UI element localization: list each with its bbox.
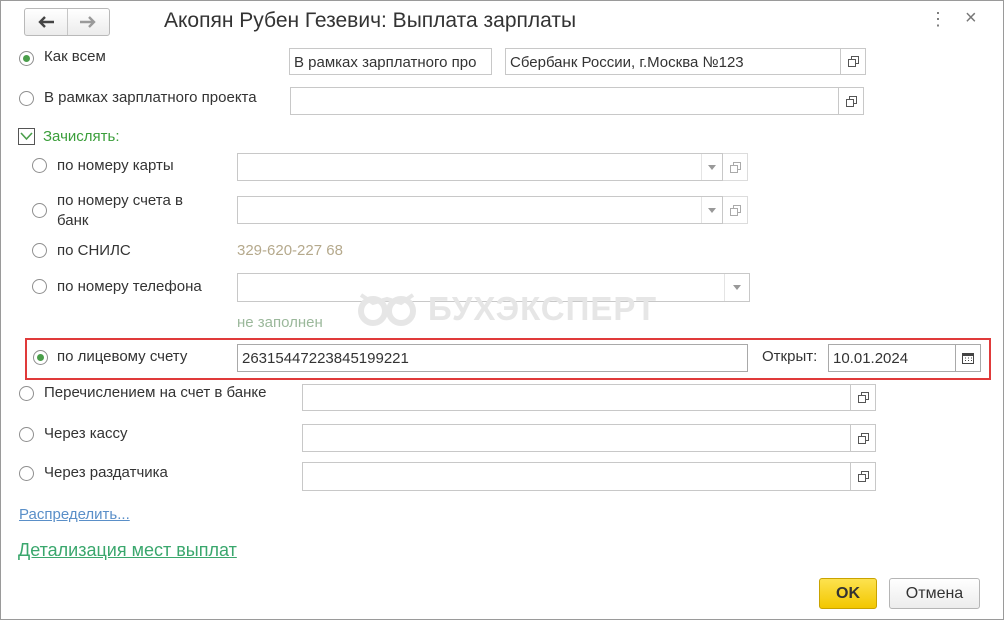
bank-account-dropdown-button[interactable] [701,197,722,223]
bank-account-input[interactable] [237,196,723,224]
open-distributor-button[interactable] [851,462,876,491]
open-cash-desk-button[interactable] [851,424,876,452]
radio-by-phone[interactable] [32,279,47,294]
cancel-button[interactable]: Отмена [889,578,980,609]
by-phone-label: по номеру телефона [57,278,202,295]
forward-button[interactable] [66,9,110,35]
open-salary-project-button[interactable] [839,87,864,115]
dropdown-arrow-icon [708,164,716,170]
open-window-icon [857,392,869,403]
open-card-button[interactable] [723,153,748,181]
watermark: БУХЭКСПЕРТ [356,290,657,328]
open-window-icon [729,204,741,216]
transfer-bank-input[interactable] [302,384,851,411]
transfer-bank-label: Перечислением на счет в банке [44,384,267,401]
open-window-icon [845,95,857,107]
distributor-label: Через раздатчика [44,464,168,481]
chevron-down-icon [20,132,33,141]
open-transfer-bank-button[interactable] [851,384,876,411]
card-number-input[interactable] [237,153,723,181]
credit-group-label: Зачислять: [43,128,120,145]
open-window-icon [857,432,869,444]
open-window-icon [729,161,741,173]
radio-by-snils[interactable] [32,243,47,258]
bank-display[interactable]: Сбербанк России, г.Москва №123 [505,48,841,75]
distributor-input[interactable] [302,462,851,491]
dropdown-arrow-icon [733,285,741,290]
salary-project-display[interactable]: В рамках зарплатного про [289,48,492,75]
arrow-left-icon [38,16,54,28]
radio-by-card[interactable] [32,158,47,173]
phone-empty-hint: не заполнен [237,314,323,331]
open-window-icon [857,471,869,482]
close-icon[interactable]: × [965,7,977,30]
phone-dropdown-button[interactable] [724,274,749,301]
radio-distributor[interactable] [19,466,34,481]
salary-project-input[interactable] [290,87,839,115]
snils-value: 329-620-227 68 [237,242,343,259]
dropdown-arrow-icon [708,207,716,213]
by-snils-label: по СНИЛС [57,242,131,259]
owl-logo-icon [358,293,416,326]
distribute-link[interactable]: Распределить... [19,506,130,523]
by-bank-account-label-line1: по номеру счета в [57,192,183,209]
radio-salary-project[interactable] [19,91,34,106]
as-all-label: Как всем [44,48,106,65]
ok-button[interactable]: OK [819,578,877,609]
payment-details-link[interactable]: Детализация мест выплат [18,540,237,561]
nav-group [24,8,110,36]
dialog-window: Акопян Рубен Гезевич: Выплата зарплаты ⋮… [0,0,1004,620]
salary-project-label: В рамках зарплатного проекта [44,89,257,106]
more-menu-icon[interactable]: ⋮ [929,9,947,30]
open-bank-account-button[interactable] [723,196,748,224]
radio-transfer-bank[interactable] [19,386,34,401]
open-window-icon [847,56,859,67]
credit-collapse-toggle[interactable] [18,128,35,145]
radio-by-bank-account[interactable] [32,203,47,218]
open-bank-button[interactable] [841,48,866,75]
back-button[interactable] [25,9,67,35]
window-title: Акопян Рубен Гезевич: Выплата зарплаты [164,9,577,32]
cash-desk-label: Через кассу [44,425,128,442]
by-card-label: по номеру карты [57,157,174,174]
arrow-right-icon [80,16,96,28]
watermark-text: БУХЭКСПЕРТ [428,290,658,327]
by-bank-account-label-line2: банк [57,212,89,229]
cash-desk-input[interactable] [302,424,851,452]
radio-cash-desk[interactable] [19,427,34,442]
radio-as-all[interactable] [19,51,34,66]
highlight-frame [25,338,991,380]
card-dropdown-button[interactable] [701,154,722,180]
